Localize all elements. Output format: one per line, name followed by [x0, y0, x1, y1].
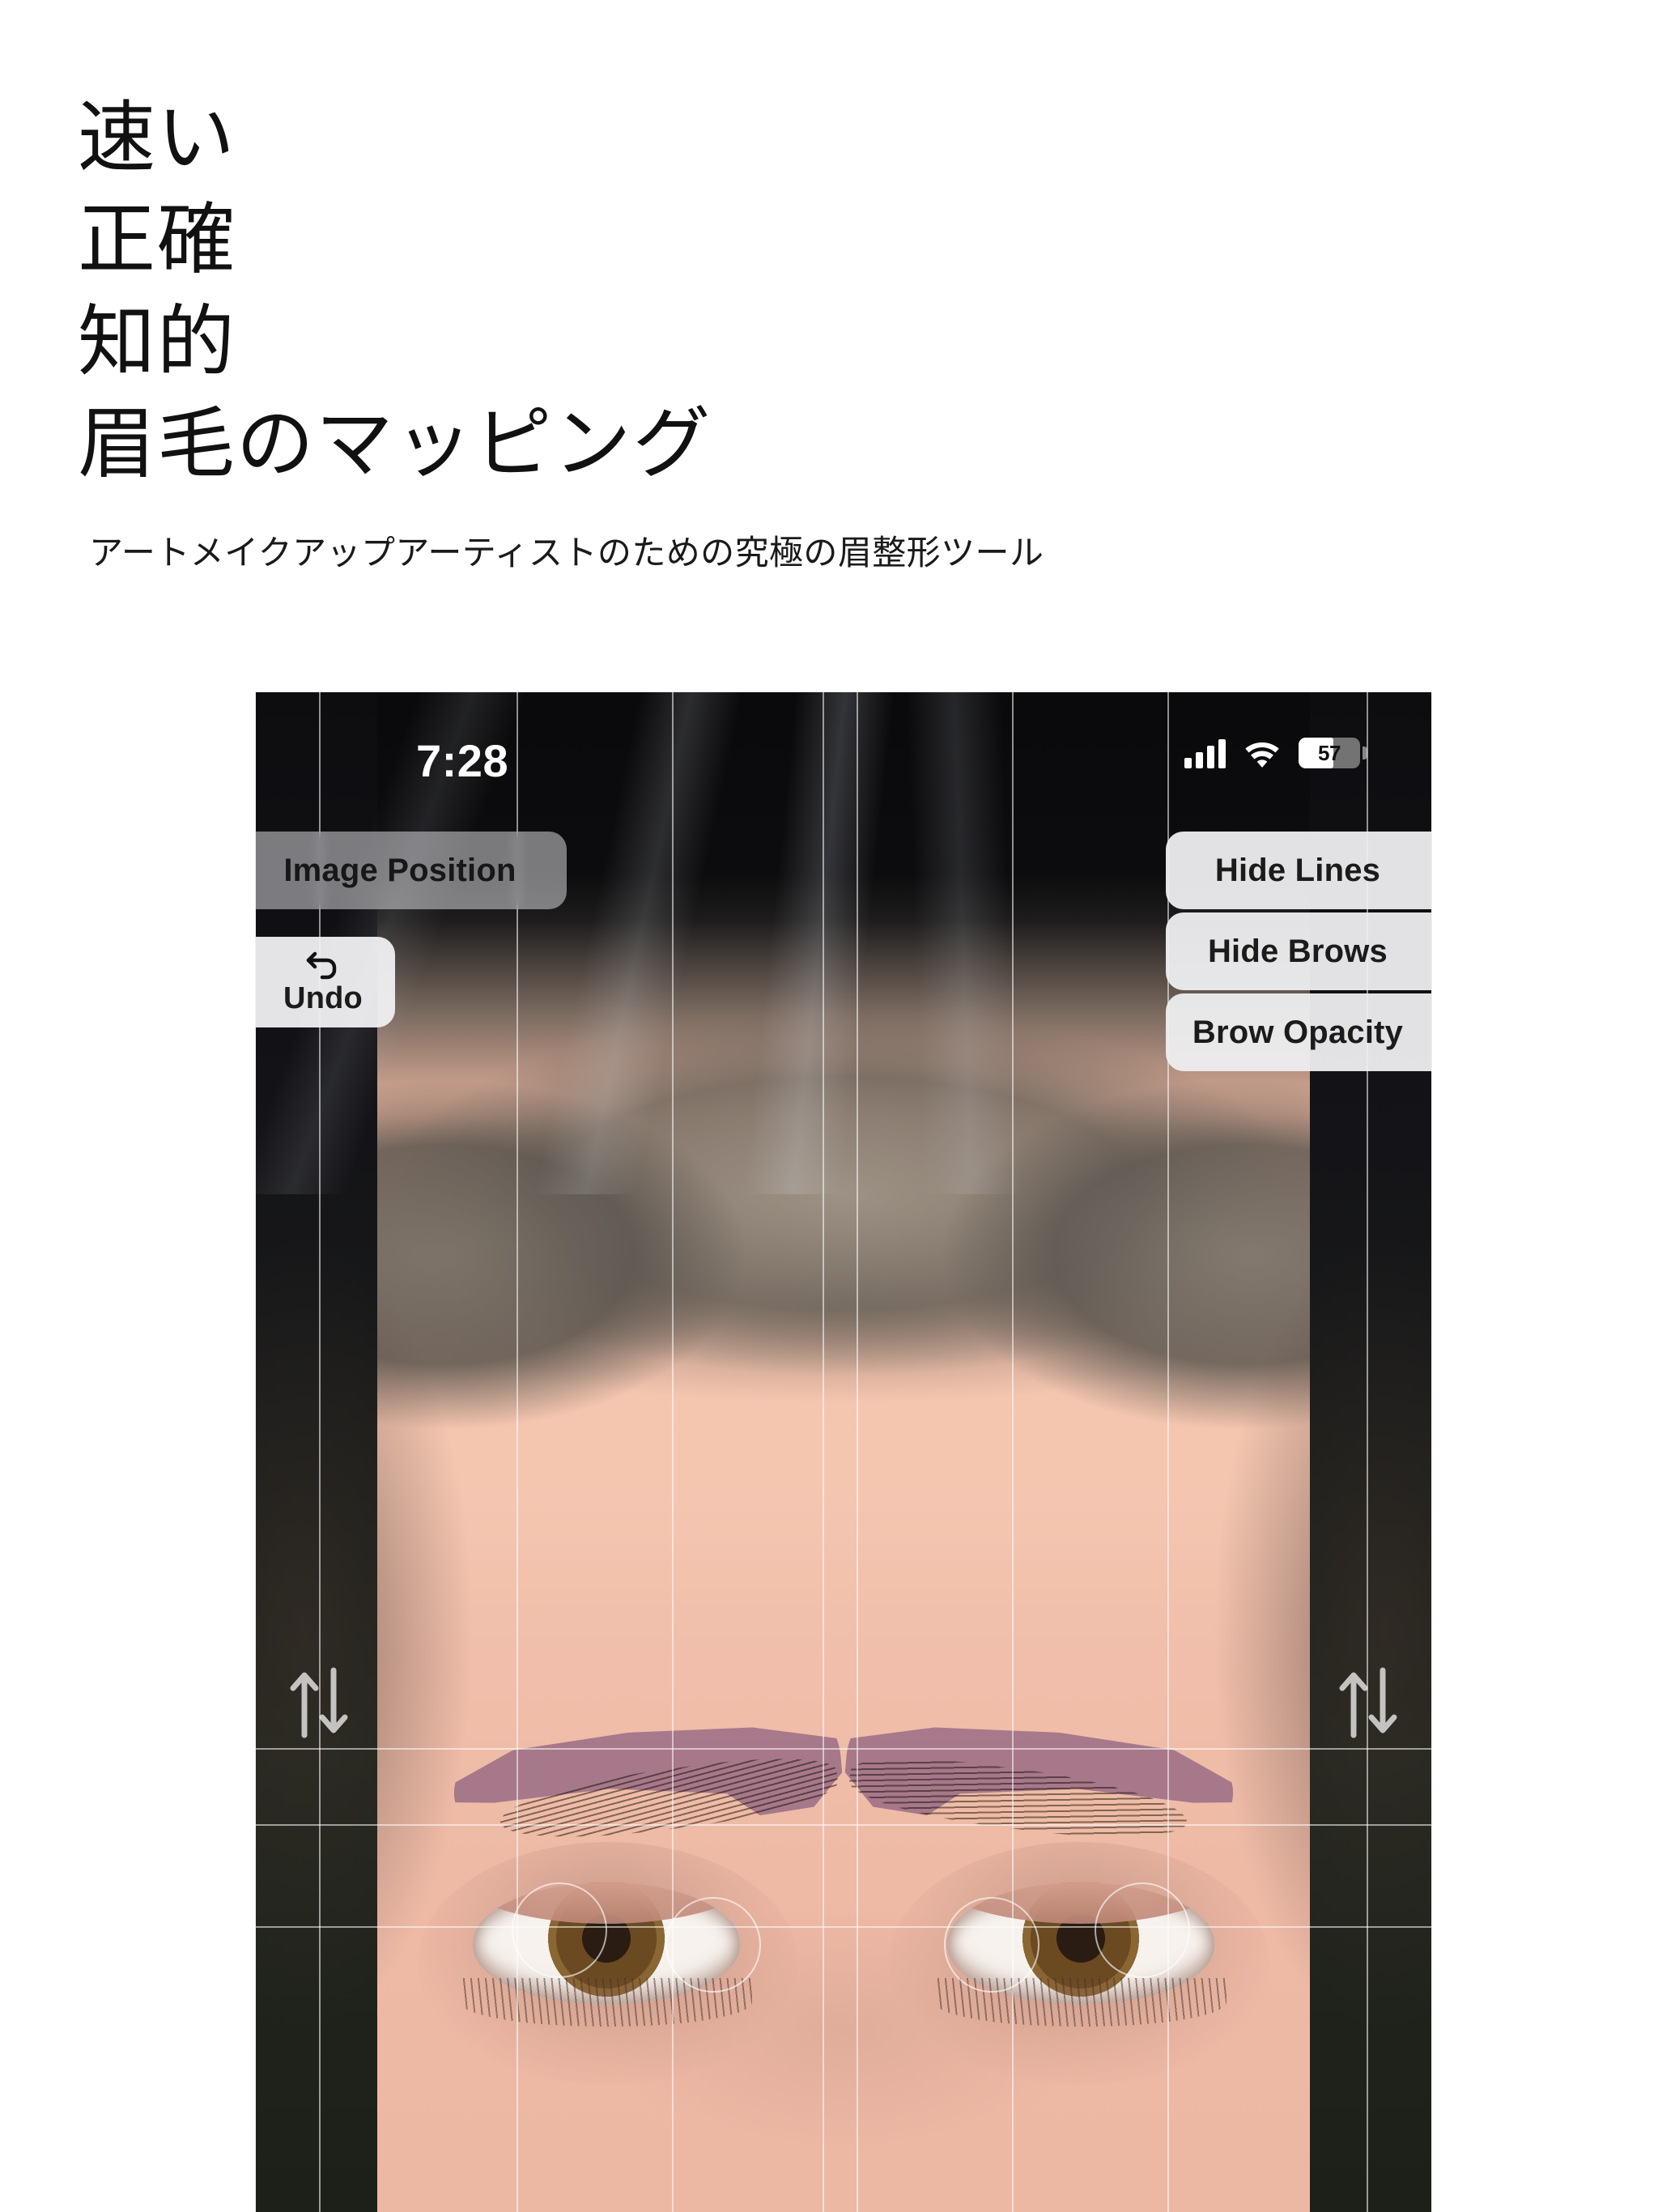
- brow-opacity-button[interactable]: Brow Opacity: [1166, 993, 1431, 1071]
- eye-right: [947, 1882, 1214, 2004]
- status-bar: 7:28 57: [256, 692, 1431, 799]
- brow-opacity-button-label: Brow Opacity: [1192, 1014, 1404, 1050]
- up-down-arrows-icon-right[interactable]: [1331, 1664, 1405, 1742]
- eye-left: [473, 1882, 740, 2004]
- page-subtitle: アートメイクアップアーティストのための究極の眉整形ツール: [89, 534, 1044, 572]
- headline-line-4: 眉毛のマッピング: [78, 401, 712, 487]
- hide-brows-button[interactable]: Hide Brows: [1166, 912, 1431, 990]
- photo-background-left: [256, 692, 377, 2212]
- image-position-button-label: Image Position: [283, 852, 517, 888]
- battery-icon: 57: [1299, 738, 1367, 768]
- undo-button[interactable]: Undo: [256, 937, 395, 1027]
- undo-button-label: Undo: [283, 981, 363, 1015]
- headline-line-2: 正確: [78, 197, 236, 283]
- landing-page: 速い 正確 知的 眉毛のマッピング アートメイクアップアーティストのための究極の…: [0, 0, 1658, 2212]
- app-screenshot: 7:28 57 Image Position Undo Hide Lines H…: [256, 692, 1431, 2212]
- wifi-icon: [1244, 738, 1281, 768]
- status-bar-indicators: 57: [1184, 738, 1367, 768]
- battery-percentage: 57: [1318, 740, 1341, 765]
- up-down-arrows-icon-left[interactable]: [282, 1664, 356, 1742]
- hide-lines-button[interactable]: Hide Lines: [1166, 832, 1431, 909]
- image-position-button[interactable]: Image Position: [256, 832, 567, 909]
- status-bar-time: 7:28: [416, 735, 509, 786]
- headline-line-3: 知的: [78, 299, 236, 385]
- undo-arrow-icon: [304, 949, 342, 980]
- battery-cap: [1363, 747, 1367, 759]
- hide-lines-button-label: Hide Lines: [1214, 852, 1381, 888]
- signal-bars-icon: [1184, 738, 1226, 768]
- hide-brows-button-label: Hide Brows: [1207, 933, 1388, 969]
- page-title: 速い 正確 知的 眉毛のマッピング: [78, 87, 712, 496]
- headline-line-1: 速い: [78, 95, 236, 181]
